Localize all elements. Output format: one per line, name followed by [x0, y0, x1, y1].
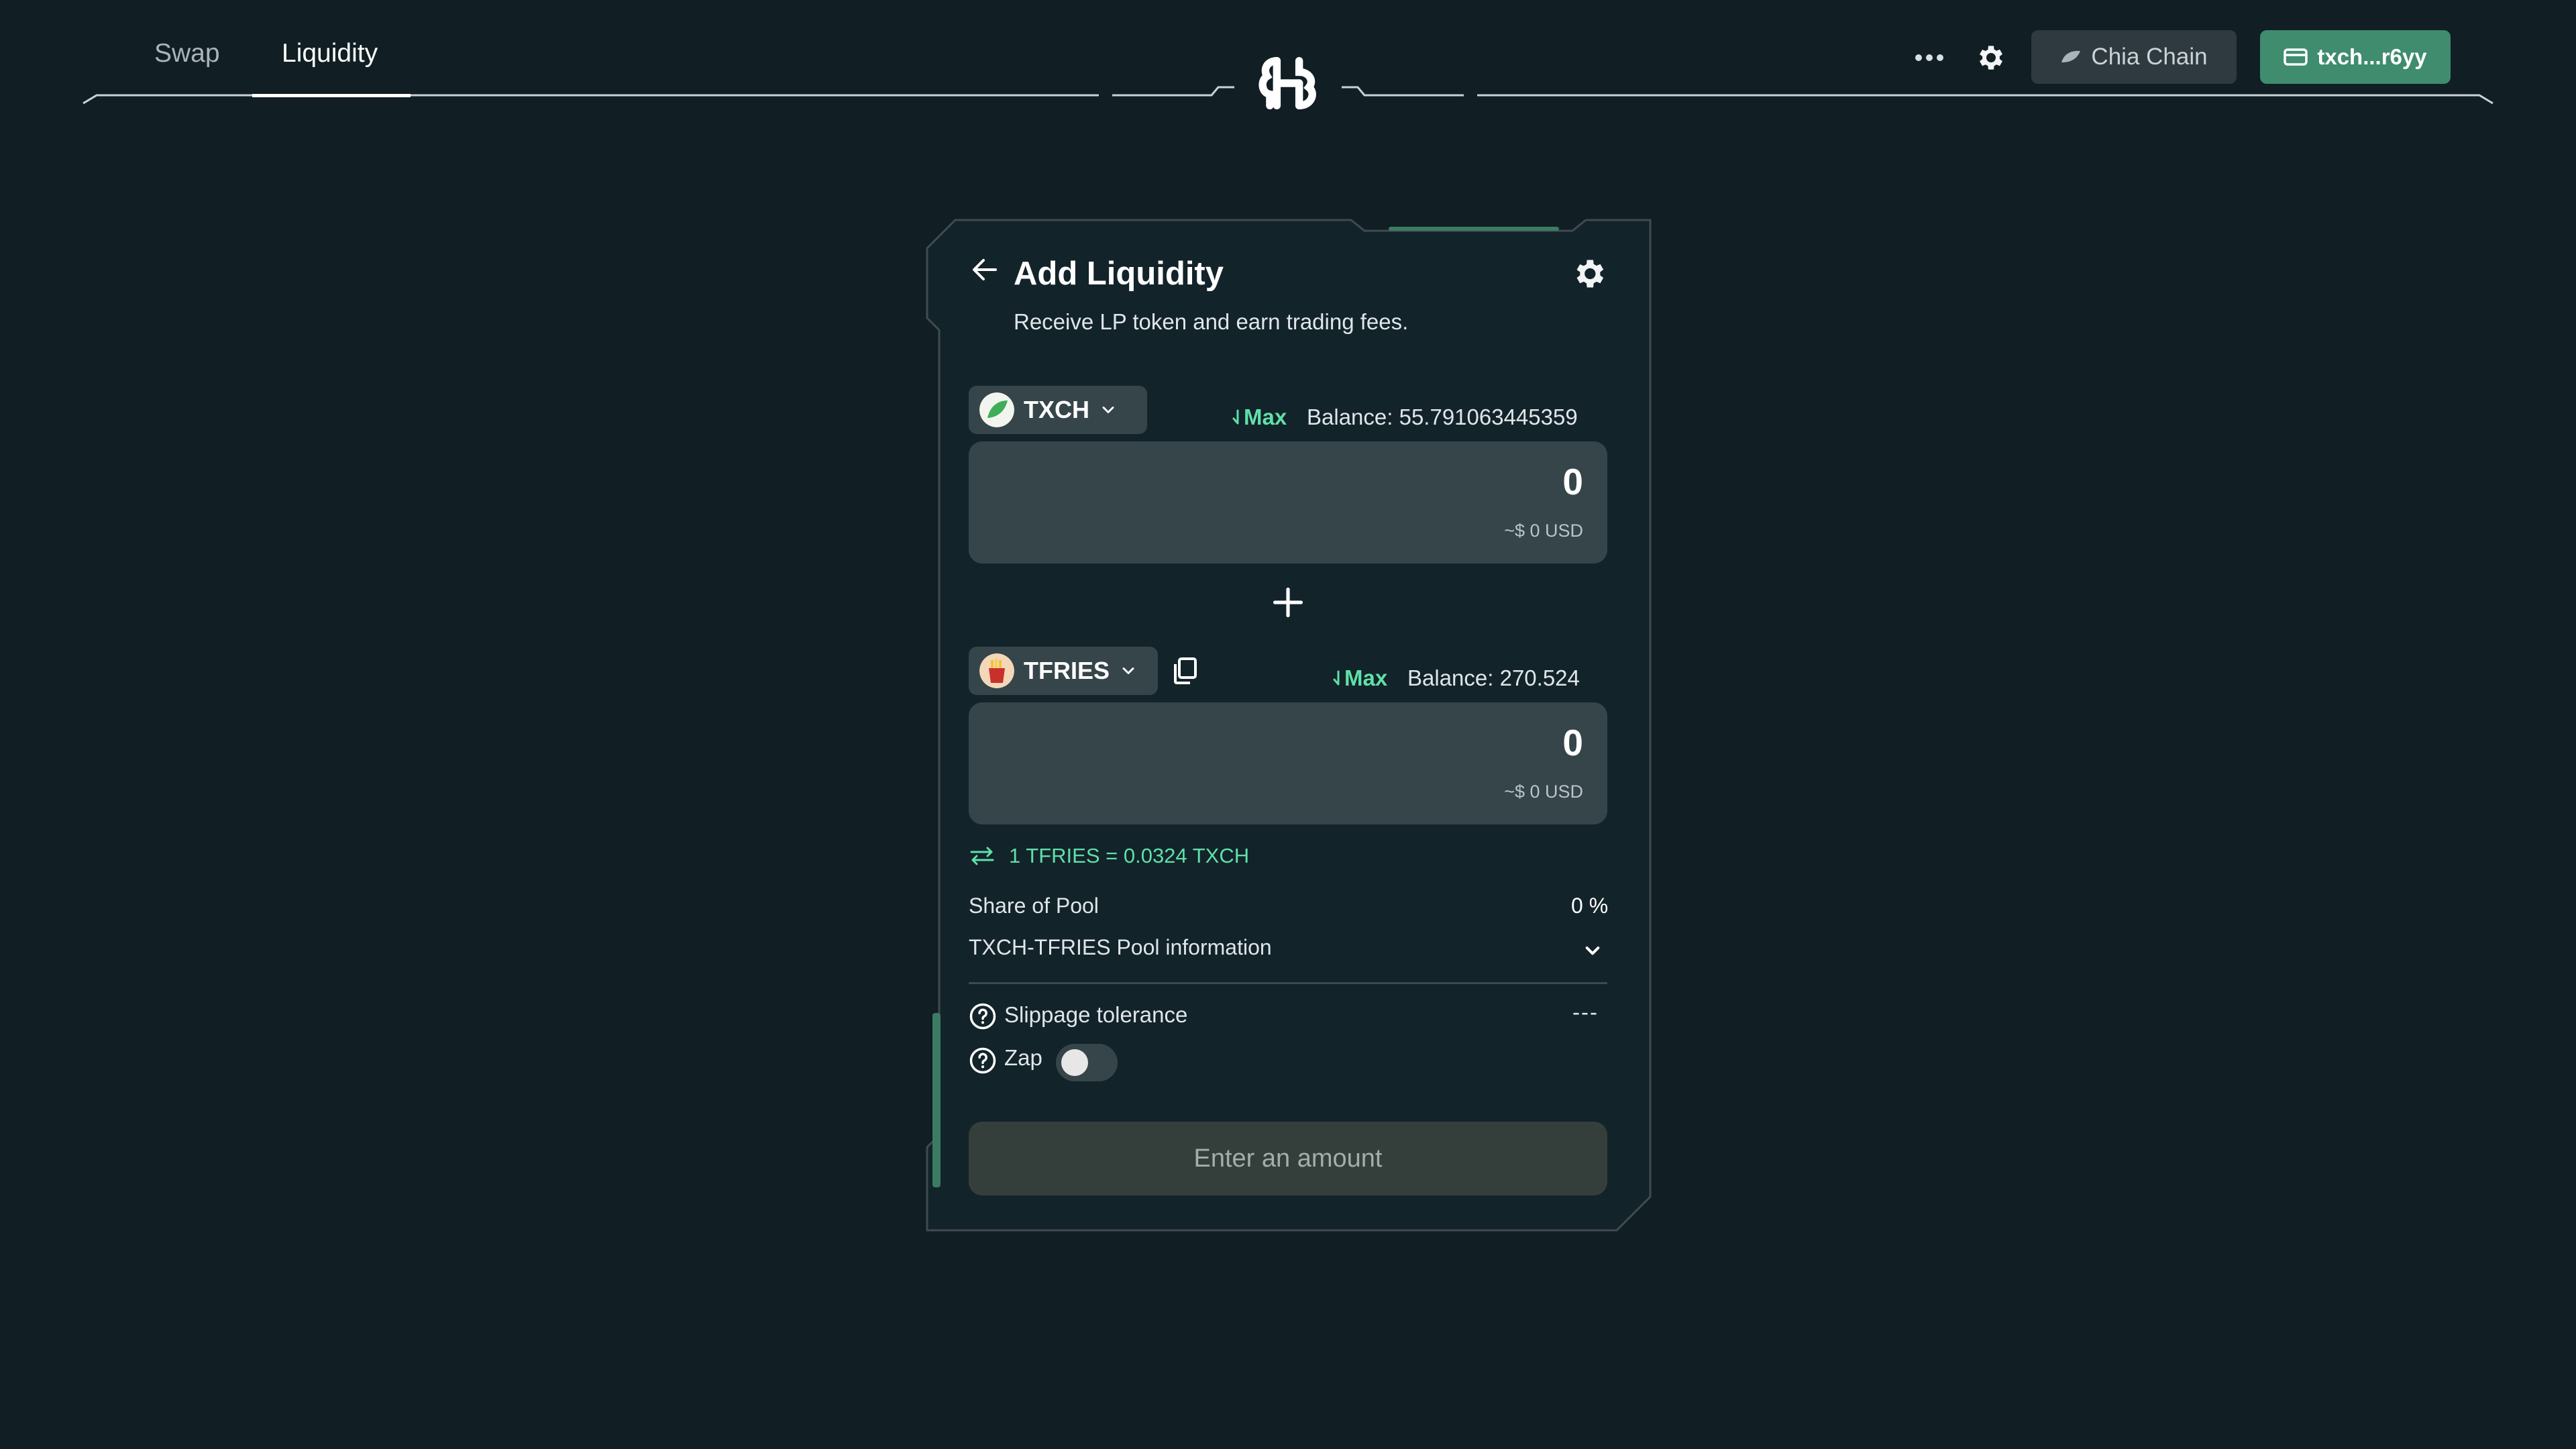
exchange-rate: 1 TFRIES = 0.0324 TXCH [1009, 844, 1250, 867]
tab-liquidity[interactable]: Liquidity [282, 35, 378, 72]
token-a-amount-input[interactable]: 0 ~$ 0 USD [969, 441, 1607, 564]
token-b-balance: Balance: 270.524 [1407, 665, 1580, 690]
gear-icon [1980, 46, 2002, 70]
submit-button[interactable]: Enter an amount [969, 1122, 1607, 1195]
token-b-max-button[interactable]: Max [1332, 665, 1387, 691]
divider [969, 982, 1607, 984]
help-icon[interactable] [969, 1046, 997, 1075]
logo-icon [1258, 57, 1316, 109]
help-icon[interactable] [969, 1002, 997, 1030]
more-options-button[interactable] [1909, 38, 1949, 78]
chevron-down-icon[interactable] [1579, 938, 1606, 965]
more-horizontal-icon [1915, 54, 1943, 61]
token-a-usd: ~$ 0 USD [1504, 521, 1583, 541]
exchange-rate-toggle[interactable]: 1 TFRIES = 0.0324 TXCH [969, 844, 1249, 868]
chevron-down-icon [1102, 407, 1114, 413]
settings-button[interactable] [1970, 38, 2010, 78]
chevron-down-icon [1122, 667, 1134, 674]
zap-toggle[interactable] [1056, 1044, 1118, 1081]
token-b-max-label: Max [1344, 665, 1388, 690]
max-arrow-icon [1333, 670, 1340, 686]
wallet-icon [2284, 48, 2308, 66]
zap-label: Zap [1004, 1045, 1042, 1070]
card-settings-gear-icon[interactable] [1570, 255, 1607, 292]
back-arrow-icon[interactable] [969, 254, 1001, 286]
token-a-max-label: Max [1244, 405, 1287, 429]
txch-logo-icon [979, 392, 1014, 427]
swap-arrows-icon [970, 847, 994, 865]
chain-selector-button[interactable]: Chia Chain [2031, 30, 2237, 84]
token-b-symbol: TFRIES [1024, 657, 1110, 684]
token-a-symbol: TXCH [1024, 396, 1089, 423]
wallet-button[interactable]: txch...r6yy [2260, 30, 2451, 84]
plus-icon [1273, 587, 1303, 618]
copy-icon[interactable] [1169, 655, 1201, 687]
chia-leaf-icon [2061, 50, 2081, 62]
chain-label: Chia Chain [2091, 44, 2208, 70]
slippage-tolerance-label: Slippage tolerance [1004, 1002, 1188, 1027]
share-of-pool-value: 0 % [1571, 894, 1609, 918]
token-a-amount: 0 [1562, 461, 1583, 502]
share-of-pool-label: Share of Pool [969, 894, 1099, 918]
token-b-selector[interactable]: TFRIES [969, 647, 1158, 695]
pool-information-toggle[interactable]: TXCH-TFRIES Pool information [969, 935, 1272, 960]
token-b-amount: 0 [1562, 722, 1583, 763]
tfries-logo-icon [979, 653, 1014, 688]
token-a-balance: Balance: 55.791063445359 [1307, 405, 1578, 429]
token-b-usd: ~$ 0 USD [1504, 782, 1583, 802]
token-a-selector[interactable]: TXCH [969, 386, 1147, 434]
slippage-tolerance-value: --- [1572, 1000, 1599, 1024]
tab-swap[interactable]: Swap [154, 35, 220, 72]
zap-toggle-knob [1061, 1049, 1088, 1076]
card-subtitle: Receive LP token and earn trading fees. [1014, 309, 1409, 334]
max-arrow-icon [1232, 409, 1239, 425]
wallet-address: txch...r6yy [2317, 44, 2427, 69]
token-a-max-button[interactable]: Max [1232, 405, 1287, 430]
card-title: Add Liquidity [1014, 256, 1224, 292]
token-b-amount-input[interactable]: 0 ~$ 0 USD [969, 702, 1607, 824]
